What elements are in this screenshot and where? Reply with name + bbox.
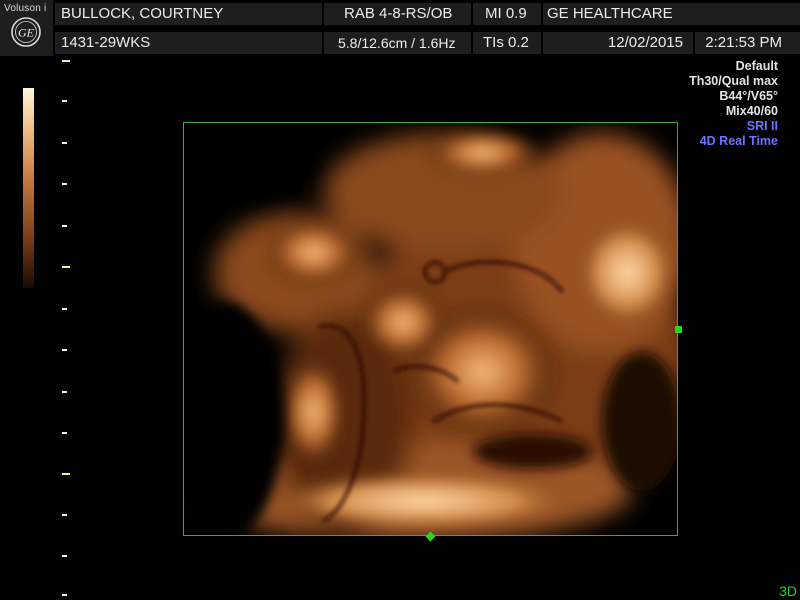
depth-tick <box>62 100 67 102</box>
manufacturer-label: GE HEALTHCARE <box>543 3 800 25</box>
sweep-angles: B44°/V65° <box>719 89 778 103</box>
depth-tick <box>62 473 70 475</box>
patient-name: BULLOCK, COURTNEY <box>55 3 322 25</box>
logo-panel: Voluson i GE <box>0 0 53 56</box>
depth-tick <box>62 555 67 557</box>
depth-tick <box>62 432 67 434</box>
preset-label: Default <box>735 59 778 73</box>
brand-label: Voluson i <box>4 3 47 14</box>
patient-id: 1431-29WKS <box>55 32 322 54</box>
depth-frequency: 5.8/12.6cm / 1.6Hz <box>324 32 471 54</box>
mode-label-3d: 3D <box>779 583 797 599</box>
mix-ratio: Mix40/60 <box>725 104 778 118</box>
roi-resize-handle-right[interactable] <box>675 326 682 333</box>
threshold-quality: Th30/Qual max <box>689 74 778 88</box>
exam-date: 12/02/2015 <box>543 32 693 54</box>
mechanical-index: MI 0.9 <box>473 3 541 25</box>
depth-tick <box>62 308 67 310</box>
probe-label: RAB 4-8-RS/OB <box>324 3 471 25</box>
acquisition-settings: Default Th30/Qual max B44°/V65° Mix40/60… <box>689 59 778 149</box>
depth-tick <box>62 514 67 516</box>
ge-logo-icon: GE <box>11 17 41 47</box>
depth-tick <box>62 266 70 268</box>
sri-setting: SRI II <box>746 119 778 133</box>
depth-tick <box>62 349 67 351</box>
svg-text:GE: GE <box>18 26 35 40</box>
ultrasound-3d-render-image <box>184 123 677 535</box>
color-map-bar <box>23 88 34 288</box>
depth-tick <box>62 142 67 144</box>
depth-tick <box>62 183 67 185</box>
exam-time: 2:21:53 PM <box>695 32 800 54</box>
render-region[interactable] <box>183 122 678 536</box>
thermal-index: TIs 0.2 <box>473 32 541 54</box>
depth-tick <box>62 225 67 227</box>
depth-tick <box>62 391 67 393</box>
realtime-mode: 4D Real Time <box>699 134 778 148</box>
depth-tick <box>62 60 70 62</box>
depth-tick <box>62 594 67 596</box>
ultrasound-screen: Voluson i GE BULLOCK, COURTNEY RAB 4-8-R… <box>0 0 800 600</box>
